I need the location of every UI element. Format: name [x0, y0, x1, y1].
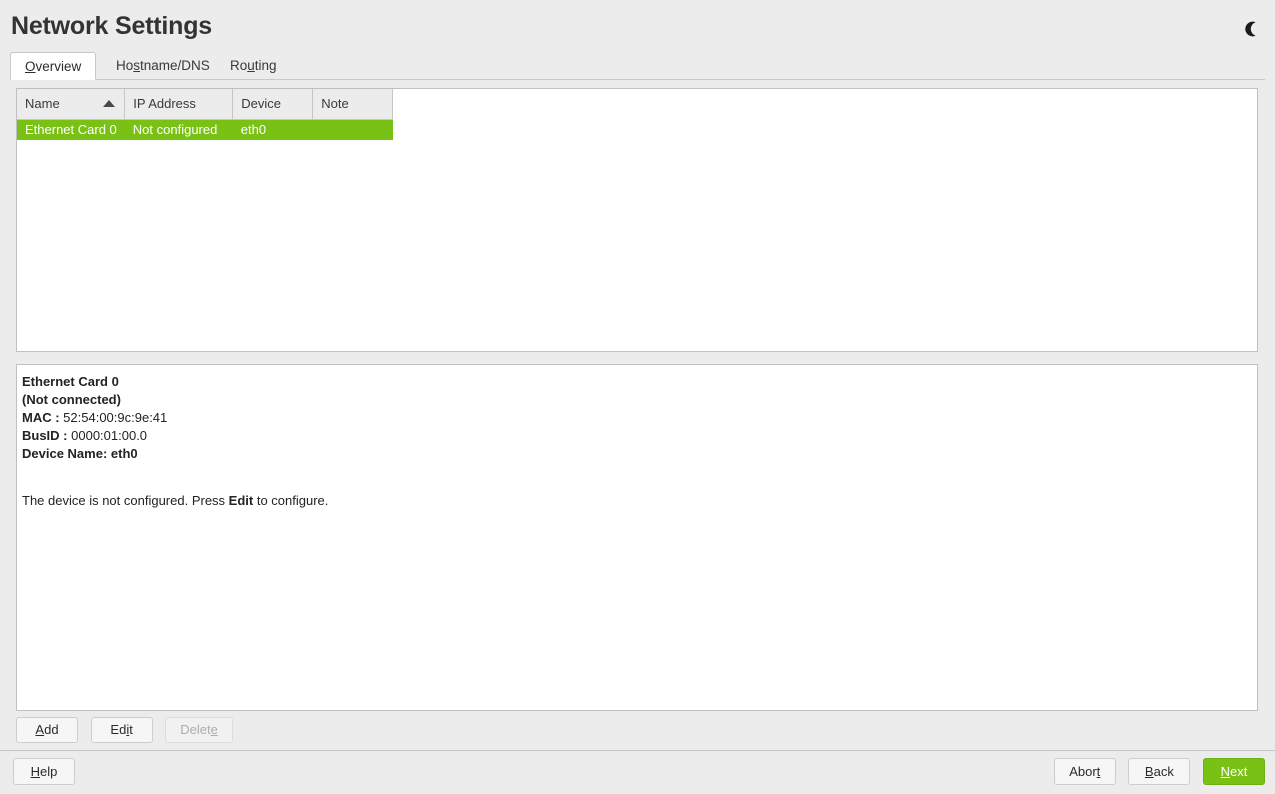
- column-header-device[interactable]: Device: [232, 89, 314, 120]
- add-button-label: dd: [44, 722, 59, 737]
- device-detail-lines: Ethernet Card 0 (Not connected) MAC : 52…: [22, 373, 1252, 463]
- cell-device: eth0: [232, 119, 313, 140]
- column-header-name-label: Name: [25, 96, 60, 112]
- detail-device-name: Device Name: eth0: [22, 445, 1252, 463]
- detail-busid-label: BusID :: [22, 428, 68, 443]
- tab-routing-label-pre: Ro: [230, 58, 248, 73]
- detail-busid-value: 0000:01:00.0: [71, 428, 148, 443]
- tab-overview-mnemonic: O: [25, 59, 36, 74]
- abort-button-mnemonic: t: [1096, 764, 1101, 779]
- tab-routing[interactable]: Routing: [216, 52, 291, 80]
- column-header-note[interactable]: Note: [312, 89, 394, 120]
- edit-button[interactable]: Edit: [90, 717, 153, 743]
- tab-routing-mnemonic: u: [247, 58, 255, 73]
- table-row[interactable]: Ethernet Card 0 Not configured eth0: [17, 119, 393, 140]
- next-button[interactable]: Next: [1203, 758, 1265, 785]
- abort-button-label-pre: Abor: [1069, 764, 1097, 779]
- footer-left-actions: Help: [13, 758, 75, 785]
- column-header-ip-address[interactable]: IP Address: [124, 89, 234, 120]
- device-action-bar: Add Edit Delete: [16, 717, 233, 743]
- page-title: Network Settings: [11, 12, 212, 40]
- detail-busid: BusID : 0000:01:00.0: [22, 427, 1252, 445]
- cell-name: Ethernet Card 0: [17, 119, 125, 140]
- detail-message-pre: The device is not configured. Press: [22, 493, 229, 508]
- help-button-mnemonic: H: [30, 764, 41, 779]
- detail-mac: MAC : 52:54:00:9c:9e:41: [22, 409, 1252, 427]
- cell-ip-address: Not configured: [124, 119, 233, 140]
- column-header-name[interactable]: Name: [17, 89, 126, 120]
- cell-note: [312, 119, 393, 140]
- next-button-label: ext: [1230, 764, 1248, 779]
- moon-icon[interactable]: [1239, 16, 1265, 42]
- table-header-row: Name IP Address Device Note: [17, 89, 394, 120]
- detail-connection-state-text: (Not connected): [22, 392, 121, 407]
- back-button-label: ack: [1153, 764, 1174, 779]
- detail-card-name: Ethernet Card 0: [22, 373, 1252, 391]
- detail-message-bold: Edit: [228, 493, 254, 508]
- tab-bar: Overview Hostname/DNS Routing: [10, 52, 1265, 80]
- tab-hostname-dns[interactable]: Hostname/DNS: [102, 52, 224, 80]
- detail-message-post: to configure.: [253, 493, 329, 508]
- next-button-mnemonic: N: [1220, 764, 1231, 779]
- delete-button-label-pre: Delet: [180, 722, 211, 737]
- window-header: Network Settings: [0, 0, 1275, 50]
- help-button-label: elp: [40, 764, 58, 779]
- footer-right-actions: Abort Back Next: [1053, 758, 1265, 785]
- delete-button-mnemonic: e: [210, 722, 218, 737]
- network-devices-table[interactable]: Name IP Address Device Note Ethernet Car…: [17, 89, 394, 140]
- delete-button[interactable]: Delete: [165, 717, 233, 743]
- detail-card-name-text: Ethernet Card 0: [22, 374, 119, 389]
- detail-connection-state: (Not connected): [22, 391, 1252, 409]
- edit-button-label-pre: Ed: [110, 722, 127, 737]
- abort-button[interactable]: Abort: [1053, 758, 1116, 785]
- column-header-note-label: Note: [321, 96, 349, 112]
- tab-overview-label: verview: [35, 59, 82, 74]
- back-button-mnemonic: B: [1144, 764, 1154, 779]
- tab-hostname-dns-mnemonic: s: [133, 58, 141, 73]
- detail-device-name-text: Device Name: eth0: [22, 446, 138, 461]
- tab-routing-label-post: ting: [254, 58, 277, 73]
- column-header-ip-address-label: IP Address: [133, 96, 196, 112]
- tab-hostname-dns-label-pre: Ho: [116, 58, 134, 73]
- add-button-mnemonic: A: [35, 722, 45, 737]
- footer-separator: [0, 750, 1275, 751]
- column-header-device-label: Device: [241, 96, 282, 112]
- tab-overview[interactable]: Overview: [10, 52, 97, 80]
- edit-button-label-post: t: [129, 722, 133, 737]
- add-button[interactable]: Add: [16, 717, 78, 743]
- tab-hostname-dns-label-post: tname/DNS: [140, 58, 210, 73]
- network-devices-table-panel: Name IP Address Device Note Ethernet Car…: [16, 88, 1258, 352]
- detail-mac-label: MAC :: [22, 410, 60, 425]
- sort-ascending-icon: [103, 100, 116, 107]
- detail-message: The device is not configured. Press Edit…: [22, 493, 1252, 508]
- detail-mac-value: 52:54:00:9c:9e:41: [63, 410, 168, 425]
- help-button[interactable]: Help: [13, 758, 75, 785]
- back-button[interactable]: Back: [1128, 758, 1191, 785]
- device-detail-panel: Ethernet Card 0 (Not connected) MAC : 52…: [16, 364, 1258, 711]
